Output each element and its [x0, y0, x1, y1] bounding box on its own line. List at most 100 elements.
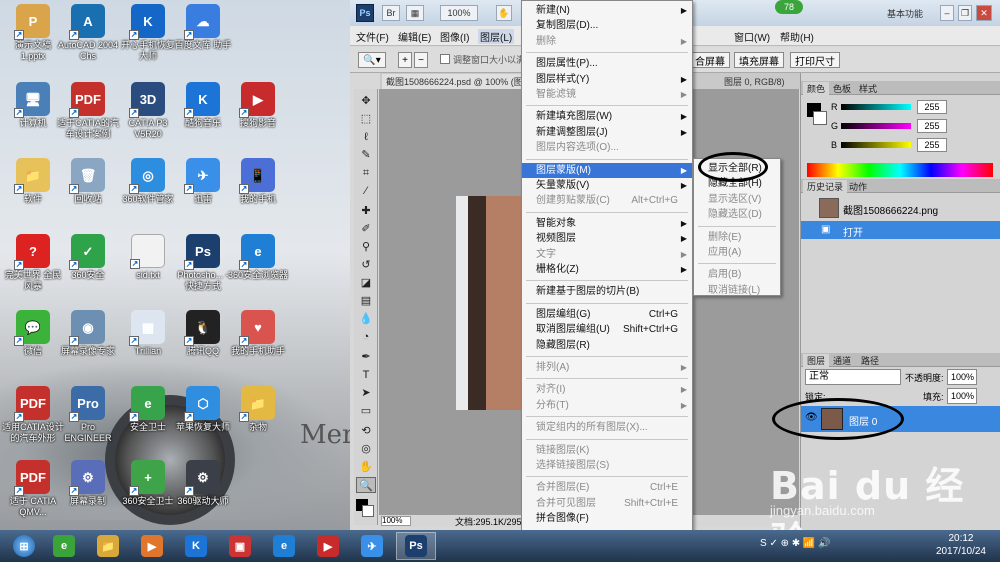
taskbar-app-button[interactable]: ▣	[220, 532, 260, 560]
desktop-icon[interactable]: e ↗ 安全卫士	[117, 386, 179, 433]
menu-item[interactable]: 锁定组内的所有图层(X)...	[522, 420, 692, 435]
taskbar-clock[interactable]: 20:12 2017/10/24	[936, 532, 986, 558]
desktop-icon[interactable]: PDF ↗ 适用CATIA设计的汽车外形	[2, 386, 64, 444]
resize-window-checkbox[interactable]	[440, 54, 450, 64]
taskbar-app-button[interactable]: e	[44, 532, 84, 560]
desktop-icon[interactable]: ▦ ↗ Trillian	[117, 310, 179, 357]
minimize-button[interactable]: –	[940, 5, 954, 21]
menu-image[interactable]: 图像(I)	[440, 29, 469, 44]
path-select-icon[interactable]: ➤	[356, 385, 376, 401]
desktop-icon[interactable]: ☁ ↗ 百度文库 助手	[172, 4, 234, 51]
desktop-icon[interactable]: ▶ ↗ 搜狗影音	[227, 82, 289, 129]
desktop-icon[interactable]: ↗ sid.txt	[117, 234, 179, 281]
desktop-icon[interactable]: ⬡ ↗ 苹果恢复大师	[172, 386, 234, 433]
menu-item[interactable]: 显示选区(V)	[694, 192, 780, 207]
menu-item[interactable]: 复制图层(D)...	[522, 18, 692, 33]
menu-item[interactable]: 新建调整图层(J) ▶	[522, 125, 692, 140]
tab-color[interactable]: 颜色	[803, 82, 830, 95]
menu-item[interactable]: 合并可见图层 Shift+Ctrl+E	[522, 496, 692, 511]
blend-mode-select[interactable]: 正常	[805, 369, 901, 385]
color-channel-slider[interactable]	[841, 142, 911, 148]
taskbar-app-button[interactable]: ▶	[132, 532, 172, 560]
history-snapshot[interactable]: 截图1508666224.png	[801, 197, 1000, 219]
desktop-icon[interactable]: ✓ ↗ 360安全	[57, 234, 119, 281]
desktop-icon[interactable]: PDF ↗ 适于 CATIA QMV...	[2, 460, 64, 518]
marquee-tool-icon[interactable]: ⬚	[356, 111, 376, 127]
menu-item[interactable]: 视频图层 ▶	[522, 231, 692, 246]
menu-edit[interactable]: 编辑(E)	[398, 29, 431, 44]
fill-field[interactable]: 100%	[947, 388, 977, 404]
fit-screen-button[interactable]: 合屏幕	[690, 52, 730, 68]
blur-tool-icon[interactable]: 💧	[356, 311, 376, 327]
desktop-icon[interactable]: P ↗ 演示文稿 1.pptx	[2, 4, 64, 62]
menu-item[interactable]: 合并图层(E) Ctrl+E	[522, 480, 692, 495]
system-tray[interactable]: S ✓ ⊕ ✱ 📶 🔊	[760, 538, 880, 554]
color-channel-value[interactable]: 255	[917, 138, 947, 152]
menu-item[interactable]: 图层属性(P)...	[522, 56, 692, 71]
color-bg-swatch[interactable]	[813, 111, 827, 125]
zoom-in-icon[interactable]: +	[398, 52, 412, 68]
desktop-icon[interactable]: 🖥 ↗ 计算机	[2, 82, 64, 129]
desktop-icon[interactable]: 📁 ↗ 软件	[2, 158, 64, 205]
menu-item[interactable]: 新建(N) ▶	[522, 3, 692, 18]
crop-tool-icon[interactable]: ⌗	[356, 165, 376, 181]
hand-tool-icon[interactable]: ✋	[496, 5, 512, 21]
desktop-icon[interactable]: ? ↗ 完美世界 全民风暴	[2, 234, 64, 292]
desktop-icon[interactable]: K ↗ 酷狗音乐	[172, 82, 234, 129]
history-brush-icon[interactable]: ↺	[356, 257, 376, 273]
menu-item[interactable]: 拼合图像(F)	[522, 511, 692, 526]
menu-item[interactable]: 新建基于图层的切片(B)	[522, 284, 692, 299]
color-channel-value[interactable]: 255	[917, 100, 947, 114]
document-tab[interactable]: 截图1508666224.psd @ 100% (图层	[382, 74, 536, 89]
menu-item[interactable]: 选择链接图层(S)	[522, 458, 692, 473]
fill-screen-button[interactable]: 填充屏幕	[734, 52, 784, 68]
desktop-icon[interactable]: ⚙ ↗ 屏幕录制	[57, 460, 119, 507]
bridge-button[interactable]: Br	[382, 5, 400, 21]
tab-styles[interactable]: 样式	[855, 82, 881, 95]
desktop-icon[interactable]: Pro ↗ Pro ENGINEER	[57, 386, 119, 444]
menu-item[interactable]: 智能对象 ▶	[522, 216, 692, 231]
opacity-field[interactable]: 100%	[947, 369, 977, 385]
menu-item[interactable]: 删除(E)	[694, 230, 780, 245]
taskbar-app-button[interactable]: 📁	[88, 532, 128, 560]
taskbar-app-button[interactable]: ▶	[308, 532, 348, 560]
menu-item[interactable]: 取消图层编组(U) Shift+Ctrl+G	[522, 322, 692, 337]
pen-tool-icon[interactable]: ✒	[356, 349, 376, 365]
3d-orbit-icon[interactable]: ◎	[356, 441, 376, 457]
menu-window[interactable]: 窗口(W)	[734, 29, 770, 44]
desktop-icon[interactable]: 🗑 ↗ 回收站	[57, 158, 119, 205]
desktop-icon[interactable]: PDF ↗ 适于CATIA的汽车设计案例	[57, 82, 119, 140]
move-tool-icon[interactable]: ✥	[356, 93, 376, 109]
desktop-icon[interactable]: ♥ ↗ 我的手机助手	[227, 310, 289, 357]
desktop-icon[interactable]: ◉ ↗ 屏幕录像专家	[57, 310, 119, 357]
healing-brush-icon[interactable]: ✚	[356, 203, 376, 219]
desktop-icon[interactable]: Ps ↗ Photosho... - 快捷方式	[172, 234, 234, 292]
zoom-out-icon[interactable]: −	[414, 52, 428, 68]
taskbar-app-button[interactable]: ✈	[352, 532, 392, 560]
quick-select-icon[interactable]: ✎	[356, 147, 376, 163]
menu-item[interactable]: 栅格化(Z) ▶	[522, 262, 692, 277]
zoom-level-select[interactable]: 100%	[440, 5, 478, 21]
taskbar-app-button[interactable]: K	[176, 532, 216, 560]
tab-paths[interactable]: 路径	[857, 354, 883, 367]
hand-tool-icon[interactable]: ✋	[356, 459, 376, 475]
menu-help[interactable]: 帮助(H)	[780, 29, 814, 44]
menu-item[interactable]: 图层内容选项(O)...	[522, 140, 692, 155]
tab-channels[interactable]: 通道	[829, 354, 855, 367]
menu-item[interactable]: 图层蒙版(M) ▶	[522, 162, 692, 178]
start-button[interactable]: ⊞	[2, 532, 46, 560]
gradient-tool-icon[interactable]: ▤	[356, 293, 376, 309]
menu-item[interactable]: 排列(A) ▶	[522, 360, 692, 375]
menu-item[interactable]: 矢量蒙版(V) ▶	[522, 178, 692, 193]
close-button[interactable]: ✕	[976, 5, 992, 21]
menu-item[interactable]: 智能滤镜 ▶	[522, 87, 692, 102]
3d-rotate-icon[interactable]: ⟲	[356, 423, 376, 439]
restore-button[interactable]: ❐	[958, 5, 972, 21]
eraser-tool-icon[interactable]: ◪	[356, 275, 376, 291]
menu-item[interactable]: 新建填充图层(W) ▶	[522, 109, 692, 124]
clone-stamp-icon[interactable]: ⚲	[356, 239, 376, 255]
workspace-switcher[interactable]: 基本功能	[874, 5, 936, 21]
tab-actions[interactable]: 动作	[845, 180, 871, 193]
dodge-tool-icon[interactable]: ◔	[356, 329, 376, 345]
menu-item[interactable]: 图层样式(Y) ▶	[522, 72, 692, 87]
